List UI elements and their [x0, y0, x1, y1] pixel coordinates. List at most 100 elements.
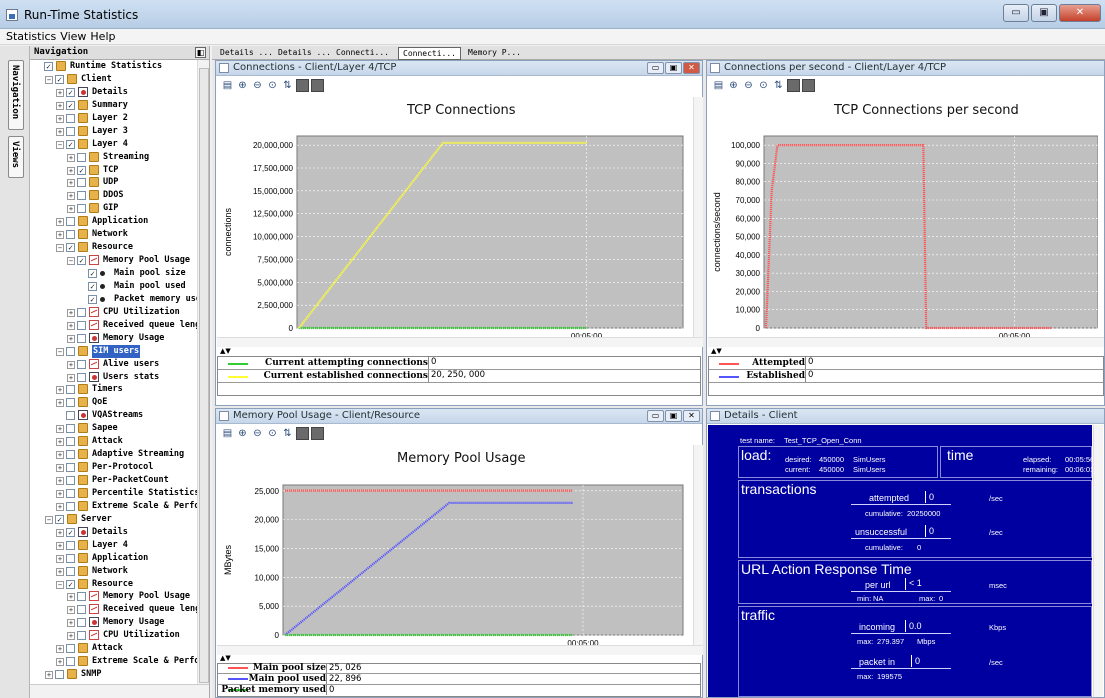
tree-checkbox[interactable]: ✓	[88, 269, 97, 278]
stop-icon[interactable]	[296, 427, 309, 440]
window-maximize-button[interactable]: ▣	[665, 410, 682, 422]
tree-item[interactable]: − SIM users	[30, 344, 197, 358]
window-minimize-button[interactable]: ▭	[647, 410, 664, 422]
expand-icon[interactable]: +	[56, 399, 64, 408]
tree-item[interactable]: + ✓ Summary	[30, 99, 197, 112]
tree-checkbox[interactable]: ✓	[77, 256, 86, 266]
side-tab-navigation[interactable]: Navigation	[8, 60, 24, 130]
collapse-icon[interactable]: −	[56, 140, 64, 149]
tree-item[interactable]: + Memory Usage	[30, 332, 197, 345]
details-vertical-scrollbar[interactable]	[1093, 425, 1103, 697]
tree-checkbox[interactable]	[66, 424, 75, 434]
tree-item[interactable]: + DDOS	[30, 189, 197, 202]
tree-checkbox[interactable]	[66, 437, 75, 447]
tree-item[interactable]: + CPU Utilization	[30, 306, 197, 319]
expand-icon[interactable]: +	[67, 632, 75, 641]
tree-checkbox[interactable]: ✓	[66, 87, 75, 97]
window-maximize-button[interactable]: ▣	[665, 62, 682, 74]
window-tab[interactable]: Details ...	[216, 47, 277, 60]
tree-item[interactable]: + ✓ TCP	[30, 164, 197, 177]
chart-horizontal-scrollbar[interactable]	[708, 337, 1104, 347]
tree-item[interactable]: + Attack	[30, 642, 197, 655]
stop-icon[interactable]	[296, 79, 309, 92]
expand-icon[interactable]: +	[56, 218, 64, 227]
sort-icon[interactable]: ⇅	[772, 79, 785, 92]
collapse-icon[interactable]: −	[56, 580, 64, 589]
tree-item[interactable]: − ✓ Client	[30, 73, 197, 86]
tree-item[interactable]: VQAStreams	[30, 409, 197, 422]
expand-icon[interactable]: +	[56, 425, 64, 434]
tree-item[interactable]: − ✓ Resource	[30, 241, 197, 254]
tree-item[interactable]: + Per-PacketCount	[30, 474, 197, 487]
sort-icon[interactable]: ⇅	[281, 427, 294, 440]
collapse-icon[interactable]: −	[56, 244, 64, 253]
menu-view[interactable]: View	[60, 30, 86, 43]
expand-icon[interactable]: +	[56, 101, 64, 110]
expand-icon[interactable]: +	[67, 619, 75, 628]
expand-icon[interactable]: +	[67, 593, 75, 602]
tree-item[interactable]: ✓ Main pool used	[30, 280, 197, 293]
expand-icon[interactable]: +	[67, 308, 75, 317]
tree-vertical-scrollbar[interactable]	[197, 60, 209, 684]
tree-item[interactable]: + Layer 4	[30, 539, 197, 552]
tree-checkbox[interactable]: ✓	[88, 294, 97, 304]
tree-checkbox[interactable]	[66, 113, 75, 123]
tree-item[interactable]: + Application	[30, 552, 197, 565]
zoom-out-icon[interactable]: ⊖	[742, 79, 755, 92]
tree-checkbox[interactable]	[77, 372, 86, 382]
tree-checkbox[interactable]	[66, 553, 75, 563]
collapse-icon[interactable]: −	[56, 347, 64, 356]
expand-icon[interactable]: +	[56, 438, 64, 447]
expand-icon[interactable]: +	[67, 360, 75, 369]
tree-item[interactable]: + Layer 2	[30, 112, 197, 125]
expand-icon[interactable]: +	[56, 489, 64, 498]
expand-icon[interactable]: +	[56, 541, 64, 550]
tree-horizontal-scrollbar[interactable]	[30, 684, 209, 698]
zoom-in-icon[interactable]: ⊕	[236, 79, 249, 92]
tree-checkbox[interactable]	[66, 411, 75, 421]
expand-icon[interactable]: +	[67, 606, 75, 615]
tree-checkbox[interactable]: ✓	[66, 243, 75, 253]
expand-icon[interactable]: +	[67, 166, 75, 175]
window-minimize-button[interactable]: ▭	[647, 62, 664, 74]
stop-icon[interactable]	[787, 79, 800, 92]
export-icon[interactable]	[311, 79, 324, 92]
collapse-icon[interactable]: −	[45, 515, 53, 524]
scroll-thumb[interactable]	[199, 68, 209, 683]
tree-item[interactable]: + Adaptive Streaming	[30, 448, 197, 461]
window-tab[interactable]: Connecti...	[332, 47, 393, 60]
tree-checkbox[interactable]	[77, 631, 86, 641]
tree-item[interactable]: ✓ Runtime Statistics	[30, 60, 197, 73]
export-icon[interactable]	[311, 427, 324, 440]
tree-checkbox[interactable]: ✓	[44, 62, 53, 71]
tree-checkbox[interactable]	[66, 385, 75, 395]
expand-icon[interactable]: +	[67, 321, 75, 330]
sort-icon[interactable]: ⇅	[281, 79, 294, 92]
tree-checkbox[interactable]	[77, 605, 86, 615]
expand-icon[interactable]: +	[56, 502, 64, 511]
tree-item[interactable]: + Percentile Statistics	[30, 487, 197, 500]
tree-item[interactable]: ✓ Main pool size	[30, 267, 197, 280]
chart-horizontal-scrollbar[interactable]	[217, 645, 703, 655]
window-tab[interactable]: Connecti...	[398, 47, 461, 60]
tree-item[interactable]: + Network	[30, 565, 197, 578]
expand-icon[interactable]: +	[56, 645, 64, 654]
tree-checkbox[interactable]	[66, 540, 75, 550]
tree-checkbox[interactable]	[66, 217, 75, 227]
tree-item[interactable]: + UDP	[30, 176, 197, 189]
expand-icon[interactable]: +	[67, 179, 75, 188]
tree-checkbox[interactable]: ✓	[55, 74, 64, 84]
tree-item[interactable]: + Attack	[30, 435, 197, 448]
tree-item[interactable]: + ✓ Details	[30, 526, 197, 539]
tree-item[interactable]: + QoE	[30, 396, 197, 409]
window-tab[interactable]: Details ...	[274, 47, 335, 60]
tree-item[interactable]: + SNMP	[30, 668, 197, 681]
chart-horizontal-scrollbar[interactable]	[217, 337, 703, 347]
tree-checkbox[interactable]	[77, 191, 86, 201]
print-icon[interactable]: ▤	[221, 79, 234, 92]
chart-vertical-scrollbar[interactable]	[693, 445, 703, 645]
splitter[interactable]: ▲▼	[707, 348, 1104, 356]
tree-checkbox[interactable]	[66, 126, 75, 136]
expand-icon[interactable]: +	[56, 464, 64, 473]
tree-checkbox[interactable]	[77, 333, 86, 343]
